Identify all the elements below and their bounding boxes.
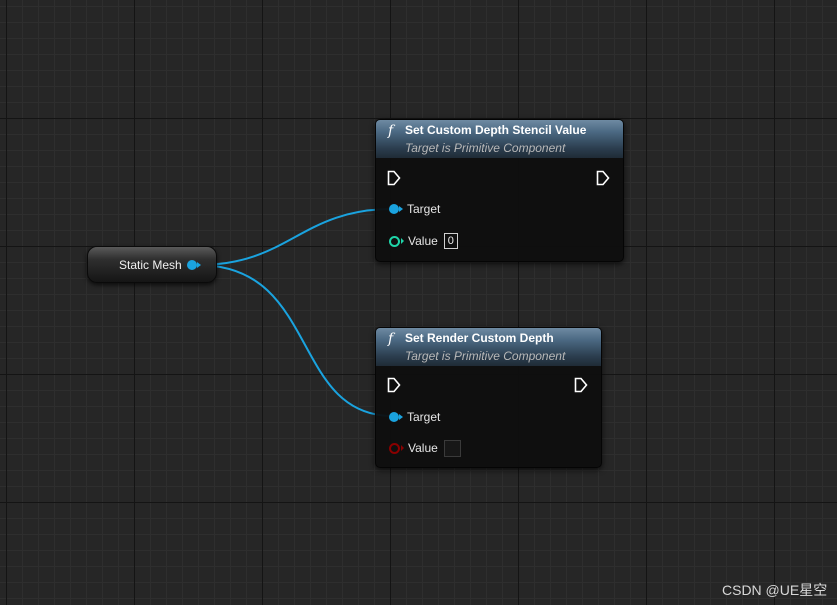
value-field[interactable]: 0	[443, 233, 458, 249]
exec-input-pin[interactable]	[387, 377, 401, 393]
value-input-pin[interactable]	[389, 442, 404, 454]
static-mesh-variable-node[interactable]: Static Mesh	[87, 246, 217, 283]
watermark: CSDN @UE星空	[722, 582, 828, 598]
wire-to-stencil-target[interactable]	[197, 208, 394, 266]
target-input-pin[interactable]	[389, 412, 403, 422]
function-icon: f	[388, 331, 394, 347]
node-subtitle: Target is Primitive Component	[405, 349, 566, 363]
value-label: Value	[408, 234, 438, 248]
node-header[interactable]: f Set Custom Depth Stencil Value Target …	[376, 120, 623, 158]
node-header[interactable]: f Set Render Custom Depth Target is Prim…	[376, 328, 601, 366]
node-title: Set Render Custom Depth	[405, 331, 554, 345]
value-row: Value	[389, 438, 461, 458]
set-render-custom-depth-node[interactable]: f Set Render Custom Depth Target is Prim…	[375, 327, 602, 468]
static-mesh-output-pin[interactable]	[187, 260, 205, 270]
variable-label: Static Mesh	[119, 258, 182, 272]
exec-output-pin[interactable]	[574, 377, 588, 393]
value-row: Value 0	[389, 231, 458, 251]
value-input-pin[interactable]	[389, 235, 404, 247]
value-checkbox[interactable]	[443, 439, 461, 457]
exec-output-pin[interactable]	[596, 170, 610, 186]
target-label: Target	[407, 410, 441, 424]
wire-to-render-target[interactable]	[197, 264, 394, 417]
wires-layer	[197, 208, 394, 417]
node-subtitle: Target is Primitive Component	[405, 141, 566, 155]
node-title: Set Custom Depth Stencil Value	[405, 123, 587, 137]
target-input-pin[interactable]	[389, 204, 403, 214]
exec-input-pin[interactable]	[387, 170, 401, 186]
target-label: Target	[407, 202, 441, 216]
target-row: Target	[389, 199, 440, 219]
function-icon: f	[388, 123, 394, 139]
target-row: Target	[389, 407, 440, 427]
value-label: Value	[408, 441, 438, 455]
set-custom-depth-stencil-value-node[interactable]: f Set Custom Depth Stencil Value Target …	[375, 119, 624, 262]
